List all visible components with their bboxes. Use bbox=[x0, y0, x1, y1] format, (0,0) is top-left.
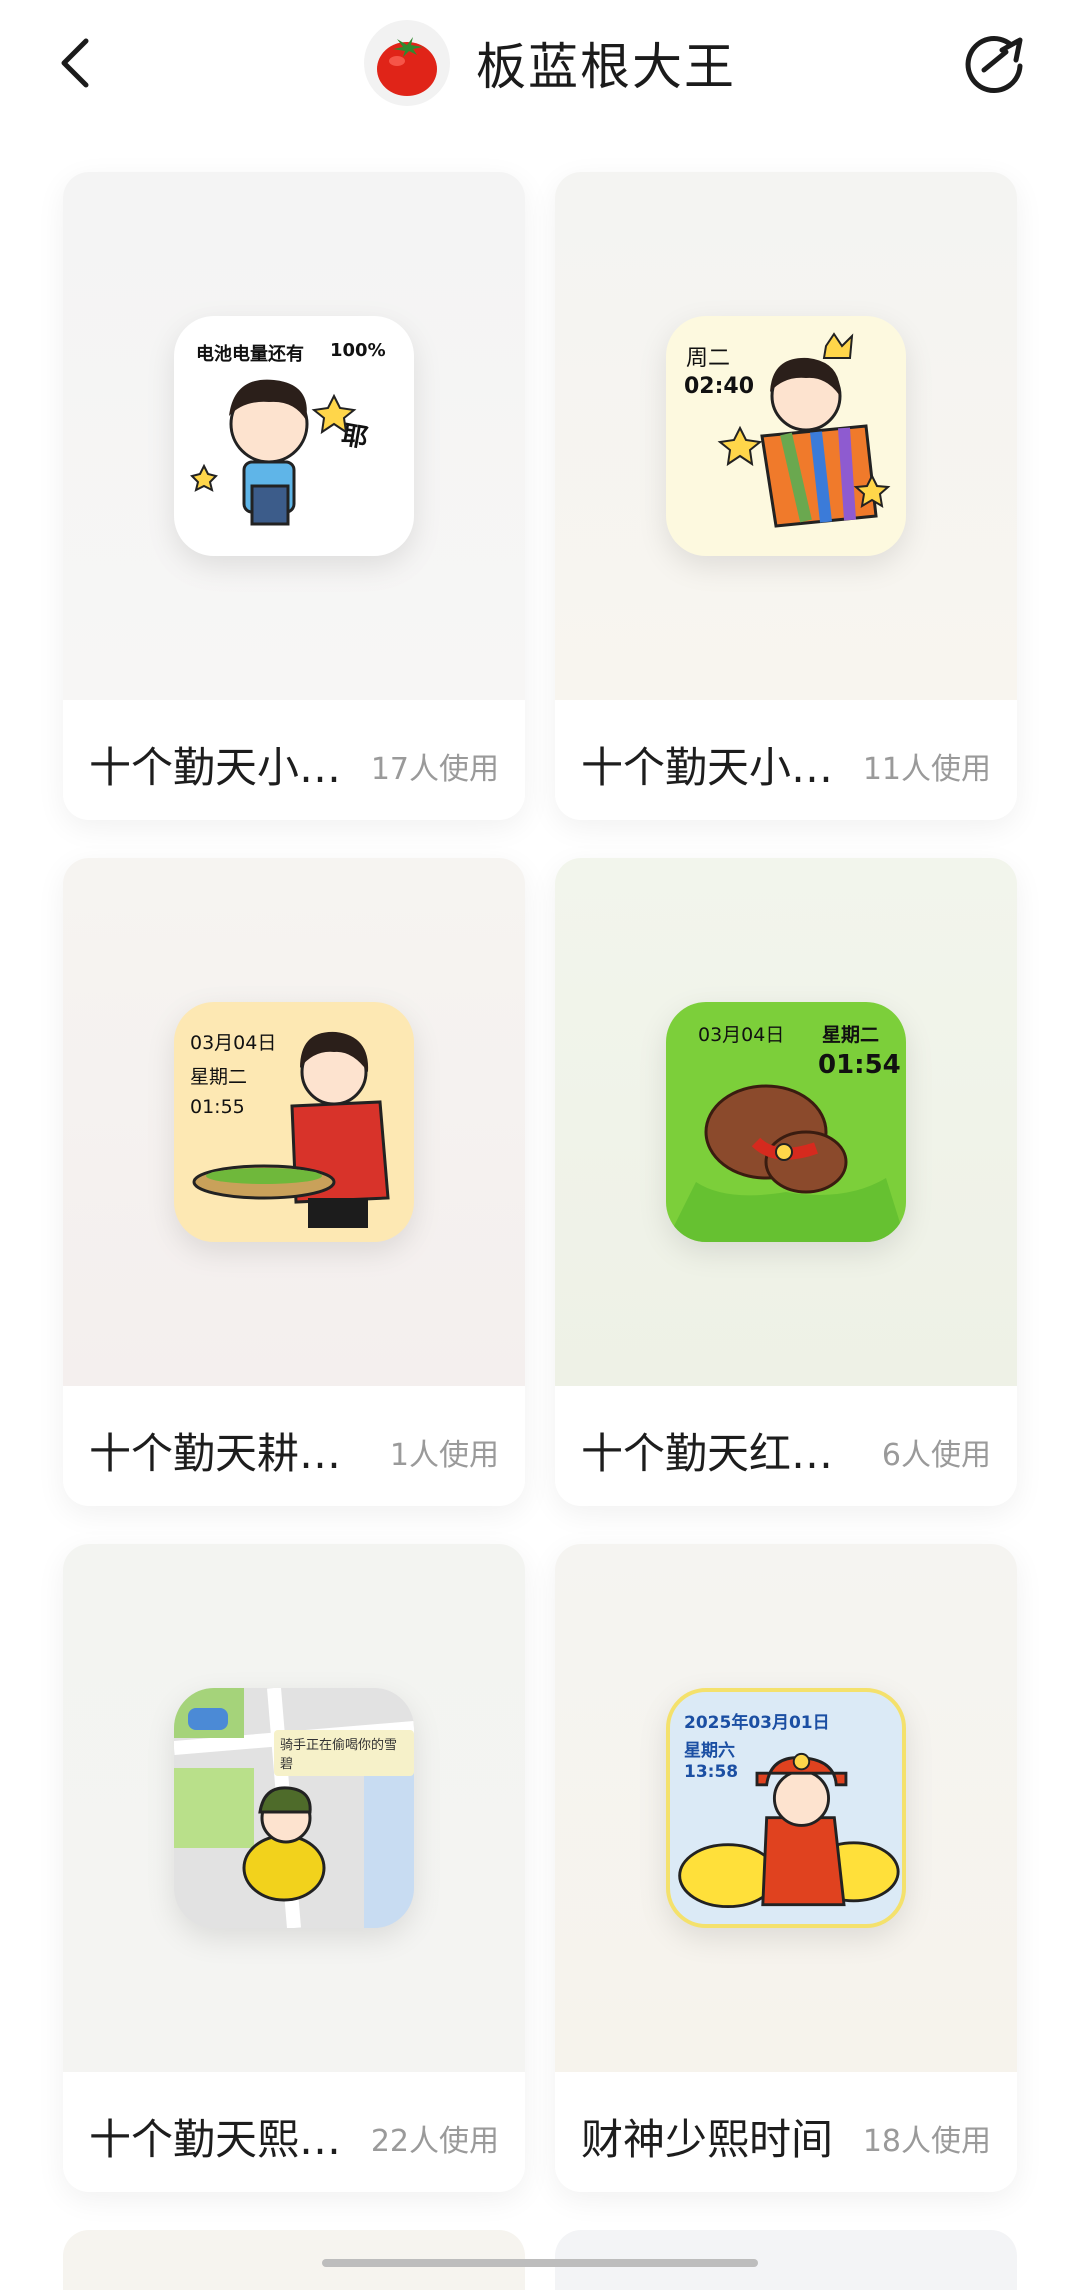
page-title: 板蓝根大王 bbox=[476, 38, 736, 96]
theme-thumbnail: 03月04日 星期二 01:55 bbox=[174, 1002, 414, 1242]
usage-count: 1人使用 bbox=[389, 1438, 499, 1473]
card-preview: 骑手正在偷喝你的雪碧 bbox=[63, 1544, 525, 2072]
character-illustration bbox=[192, 1031, 390, 1228]
card-preview: 周二 02:40 bbox=[555, 172, 1017, 700]
card-title: 十个勤天耕… bbox=[89, 1429, 342, 1478]
card-preview: 03月04日 星期二 01:54 bbox=[555, 858, 1017, 1386]
chevron-left-icon bbox=[61, 38, 89, 88]
character-illustration bbox=[678, 1752, 900, 1909]
character-illustration bbox=[717, 332, 891, 528]
theme-card[interactable]: 03月04日 星期二 01:54 十个勤天红… 6人使用 bbox=[555, 858, 1017, 1506]
share-icon bbox=[965, 36, 1023, 93]
map-illustration bbox=[174, 1688, 414, 1928]
home-indicator[interactable] bbox=[322, 2259, 758, 2267]
avatar[interactable] bbox=[364, 20, 450, 106]
usage-count: 11人使用 bbox=[862, 752, 991, 787]
theme-thumbnail: 电池电量还有 100% 耶 bbox=[174, 316, 414, 556]
card-preview: 2025年03月01日 星期六 13:58 bbox=[555, 1544, 1017, 2072]
tomato-icon bbox=[377, 37, 437, 96]
usage-count: 22人使用 bbox=[370, 2124, 499, 2159]
theme-thumbnail: 2025年03月01日 星期六 13:58 bbox=[666, 1688, 906, 1928]
card-footer: 十个勤天红… 6人使用 bbox=[555, 1386, 1017, 1506]
theme-card[interactable]: 周二 02:40 十个勤天小… 11人使用 bbox=[555, 172, 1017, 820]
character-illustration bbox=[666, 1084, 906, 1242]
back-button[interactable] bbox=[40, 28, 110, 98]
theme-card[interactable]: 2025年03月01日 星期六 13:58 财神少熙时间 18人使用 bbox=[555, 1544, 1017, 2192]
theme-card[interactable]: 骑手正在偷喝你的雪碧 十个勤天熙… 22人使用 bbox=[63, 1544, 525, 2192]
card-title: 十个勤天小… bbox=[89, 743, 342, 792]
card-footer: 财神少熙时间 18人使用 bbox=[555, 2072, 1017, 2192]
card-title: 财神少熙时间 bbox=[581, 2115, 834, 2164]
character-illustration bbox=[190, 379, 357, 526]
header-title-group: 板蓝根大王 bbox=[364, 20, 736, 106]
card-preview: 03月04日 星期二 01:55 bbox=[63, 858, 525, 1386]
top-bar: 板蓝根大王 bbox=[0, 0, 1080, 130]
theme-thumbnail: 骑手正在偷喝你的雪碧 bbox=[174, 1688, 414, 1928]
card-title: 十个勤天熙… bbox=[89, 2115, 342, 2164]
theme-card[interactable]: 03月04日 星期二 01:55 十个勤天耕… 1人使用 bbox=[63, 858, 525, 1506]
card-preview: 电池电量还有 100% 耶 bbox=[63, 172, 525, 700]
card-footer: 十个勤天耕… 1人使用 bbox=[63, 1386, 525, 1506]
thumb-text: 骑手正在偷喝你的雪碧 bbox=[274, 1730, 414, 1776]
usage-count: 17人使用 bbox=[370, 752, 499, 787]
card-footer: 十个勤天熙… 22人使用 bbox=[63, 2072, 525, 2192]
share-button[interactable] bbox=[950, 18, 1040, 108]
usage-count: 6人使用 bbox=[881, 1438, 991, 1473]
usage-count: 18人使用 bbox=[862, 2124, 991, 2159]
theme-thumbnail: 03月04日 星期二 01:54 bbox=[666, 1002, 906, 1242]
card-title: 十个勤天小… bbox=[581, 743, 834, 792]
card-footer: 十个勤天小… 17人使用 bbox=[63, 700, 525, 820]
theme-card[interactable]: 电池电量还有 100% 耶 十个勤天小… 17人使用 bbox=[63, 172, 525, 820]
card-footer: 十个勤天小… 11人使用 bbox=[555, 700, 1017, 820]
theme-thumbnail: 周二 02:40 bbox=[666, 316, 906, 556]
card-title: 十个勤天红… bbox=[581, 1429, 834, 1478]
